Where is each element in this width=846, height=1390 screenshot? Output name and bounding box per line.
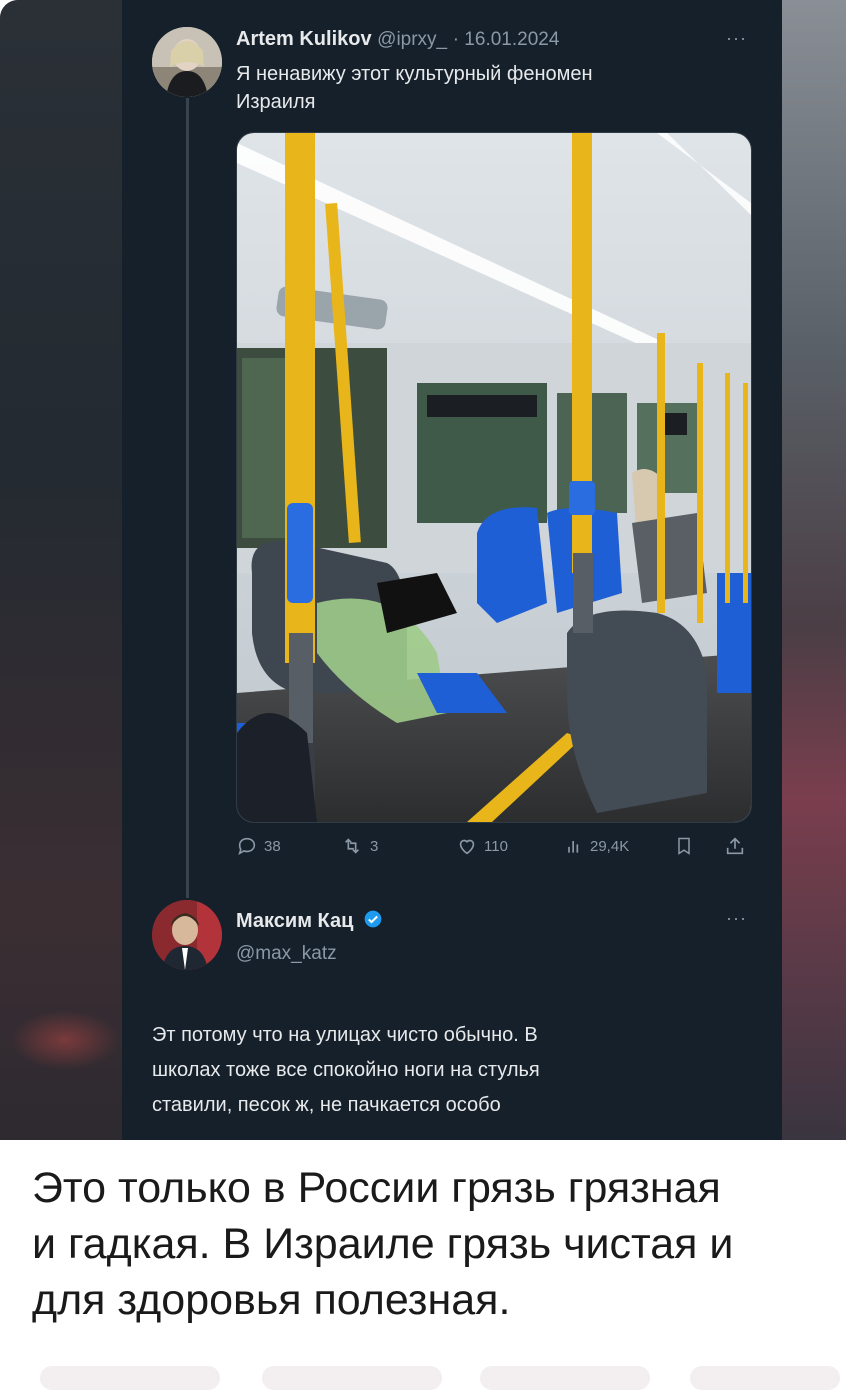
post-caption: Это только в России грязь грязная и гадк… — [32, 1160, 846, 1328]
tweet1-more-icon[interactable]: ··· — [726, 28, 747, 49]
thread-connector-line — [186, 98, 189, 898]
views-icon — [568, 841, 579, 853]
repost-icon — [344, 838, 360, 854]
verified-icon — [364, 910, 382, 928]
bookmark-icon — [678, 837, 690, 855]
blurred-background-right — [782, 0, 846, 1140]
tweet1-header: Artem Kulikov @iprxy_ · 16.01.2024 — [236, 28, 559, 51]
like-button[interactable]: 110 — [456, 835, 508, 857]
tweet2-handle[interactable]: @max_katz — [236, 943, 337, 965]
tweet2-text-line: Эт потому что на улицах чисто обычно. В — [152, 1024, 538, 1046]
avatar-artem-kulikov[interactable] — [152, 27, 222, 97]
reply-button[interactable]: 38 — [236, 835, 281, 857]
reaction-pills-row — [0, 1366, 846, 1390]
tweet1-photo-bus-interior[interactable] — [236, 132, 752, 823]
caption-line: для здоровья полезная. — [32, 1276, 511, 1324]
repost-count: 3 — [370, 837, 379, 855]
reaction-pill[interactable] — [262, 1366, 442, 1390]
tweet1-author-name[interactable]: Artem Kulikov — [236, 28, 372, 50]
blurred-background-left — [0, 0, 122, 1140]
caption-line: и гадкая. В Израиле грязь чистая и — [32, 1220, 734, 1268]
like-icon — [459, 839, 475, 855]
repost-button[interactable]: 3 — [340, 835, 378, 857]
tweet2-text: Эт потому что на улицах чисто обычно. В … — [152, 1018, 540, 1123]
reply-icon — [238, 837, 256, 856]
bookmark-button[interactable] — [674, 835, 694, 857]
tweet2-author-row: Максим Кац — [236, 909, 383, 933]
views-button[interactable]: 29,4K — [564, 835, 629, 857]
reaction-pill[interactable] — [40, 1366, 220, 1390]
tweet1-text: Я ненавижу этот культурный феномен Израи… — [236, 60, 593, 116]
tweet1-text-line: Израиля — [236, 91, 316, 113]
tweet2-text-line: ставили, песок ж, не пачкается особо — [152, 1094, 501, 1116]
like-count: 110 — [484, 837, 508, 855]
reply-count: 38 — [264, 837, 281, 855]
tweet2-author-name[interactable]: Максим Кац — [236, 910, 353, 932]
share-icon — [726, 837, 744, 855]
tweet1-action-bar: 38 3 110 29,4K — [236, 835, 750, 861]
caption-line: Это только в России грязь грязная — [32, 1164, 721, 1212]
tweet2-more-icon[interactable]: ··· — [726, 908, 747, 929]
tweet1-handle[interactable]: @iprxy_ — [377, 29, 447, 50]
views-count: 29,4K — [590, 837, 630, 855]
tweet1-date[interactable]: · 16.01.2024 — [453, 29, 560, 50]
tweet1-text-line: Я ненавижу этот культурный феномен — [236, 63, 593, 85]
reaction-pill[interactable] — [690, 1366, 840, 1390]
avatar-maxim-katz[interactable] — [152, 900, 222, 970]
share-button[interactable] — [724, 835, 746, 857]
screenshot-frame: Artem Kulikov @iprxy_ · 16.01.2024 ··· Я… — [0, 0, 846, 1140]
reaction-pill[interactable] — [480, 1366, 650, 1390]
tweet2-text-line: школах тоже все спокойно ноги на стулья — [152, 1059, 540, 1081]
